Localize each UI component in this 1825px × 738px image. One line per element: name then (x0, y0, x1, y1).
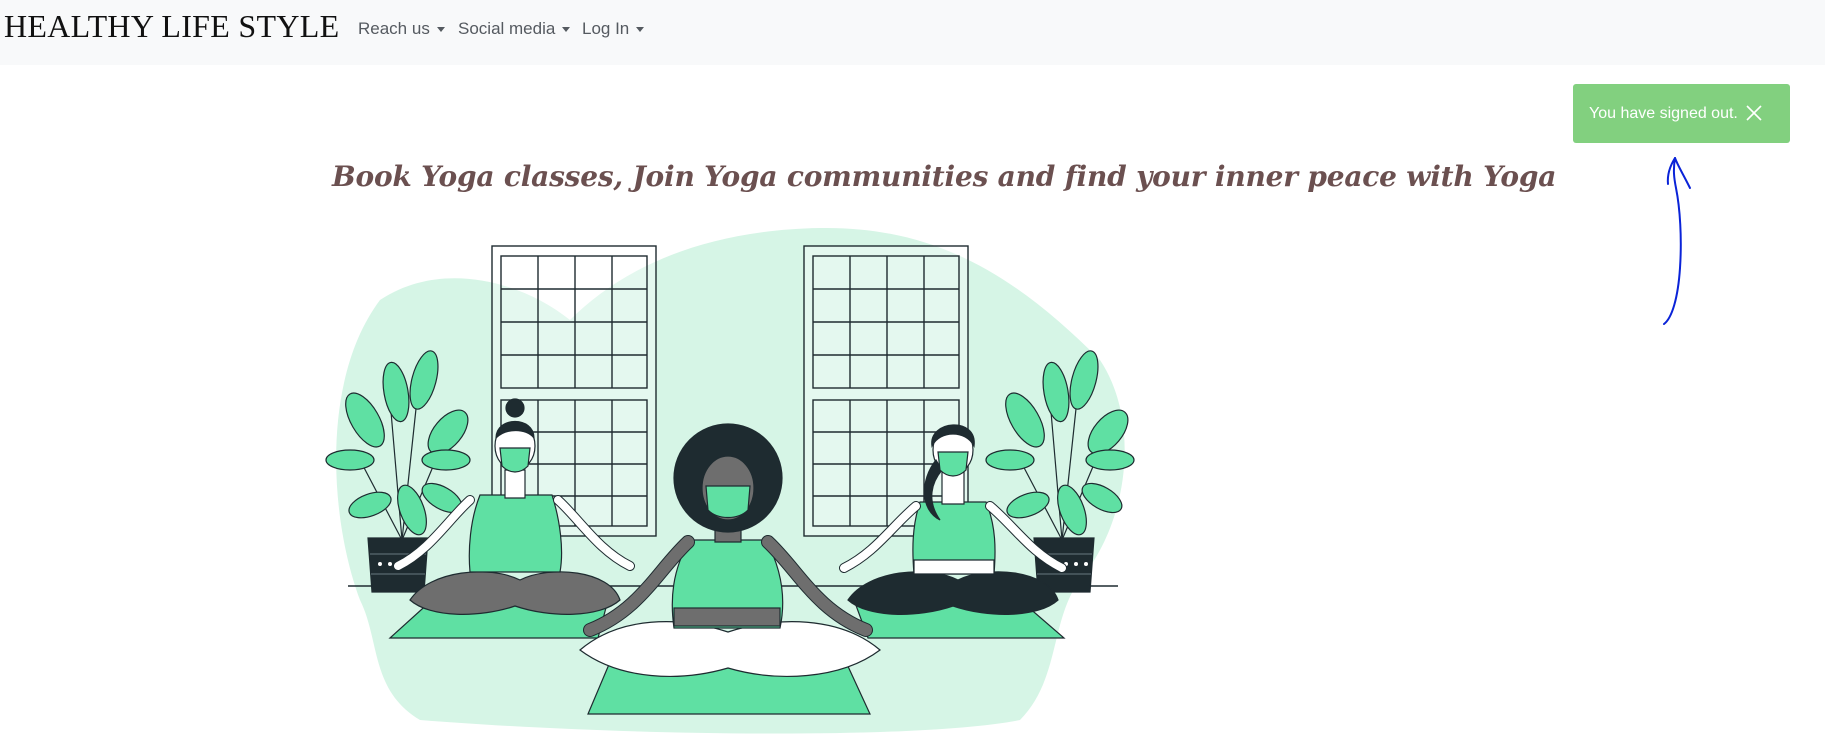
signed-out-toast: You have signed out. (1573, 84, 1790, 143)
chevron-down-icon (562, 26, 571, 32)
nav-reach-us-label: Reach us (358, 19, 430, 38)
nav-log-in-label: Log In (582, 19, 630, 38)
nav-reach-us-dropdown[interactable]: Reach us (358, 19, 445, 39)
top-navbar: HEALTHY LIFE STYLE Reach us Social media… (0, 0, 1825, 65)
nav-log-in-dropdown[interactable]: Log In (582, 19, 645, 39)
nav-social-media-label: Social media (458, 19, 556, 38)
yoga-class-illustration (325, 227, 1135, 734)
hero-headline: Book Yoga classes, Join Yoga communities… (332, 160, 1557, 193)
hand-drawn-arrow-icon (1663, 157, 1691, 325)
brand-logo[interactable]: HEALTHY LIFE STYLE (4, 8, 339, 45)
chevron-down-icon (436, 26, 445, 32)
nav-social-media-dropdown[interactable]: Social media (458, 19, 571, 39)
chevron-down-icon (636, 26, 645, 32)
close-icon[interactable] (1744, 103, 1764, 123)
toast-message: You have signed out. (1589, 104, 1738, 122)
